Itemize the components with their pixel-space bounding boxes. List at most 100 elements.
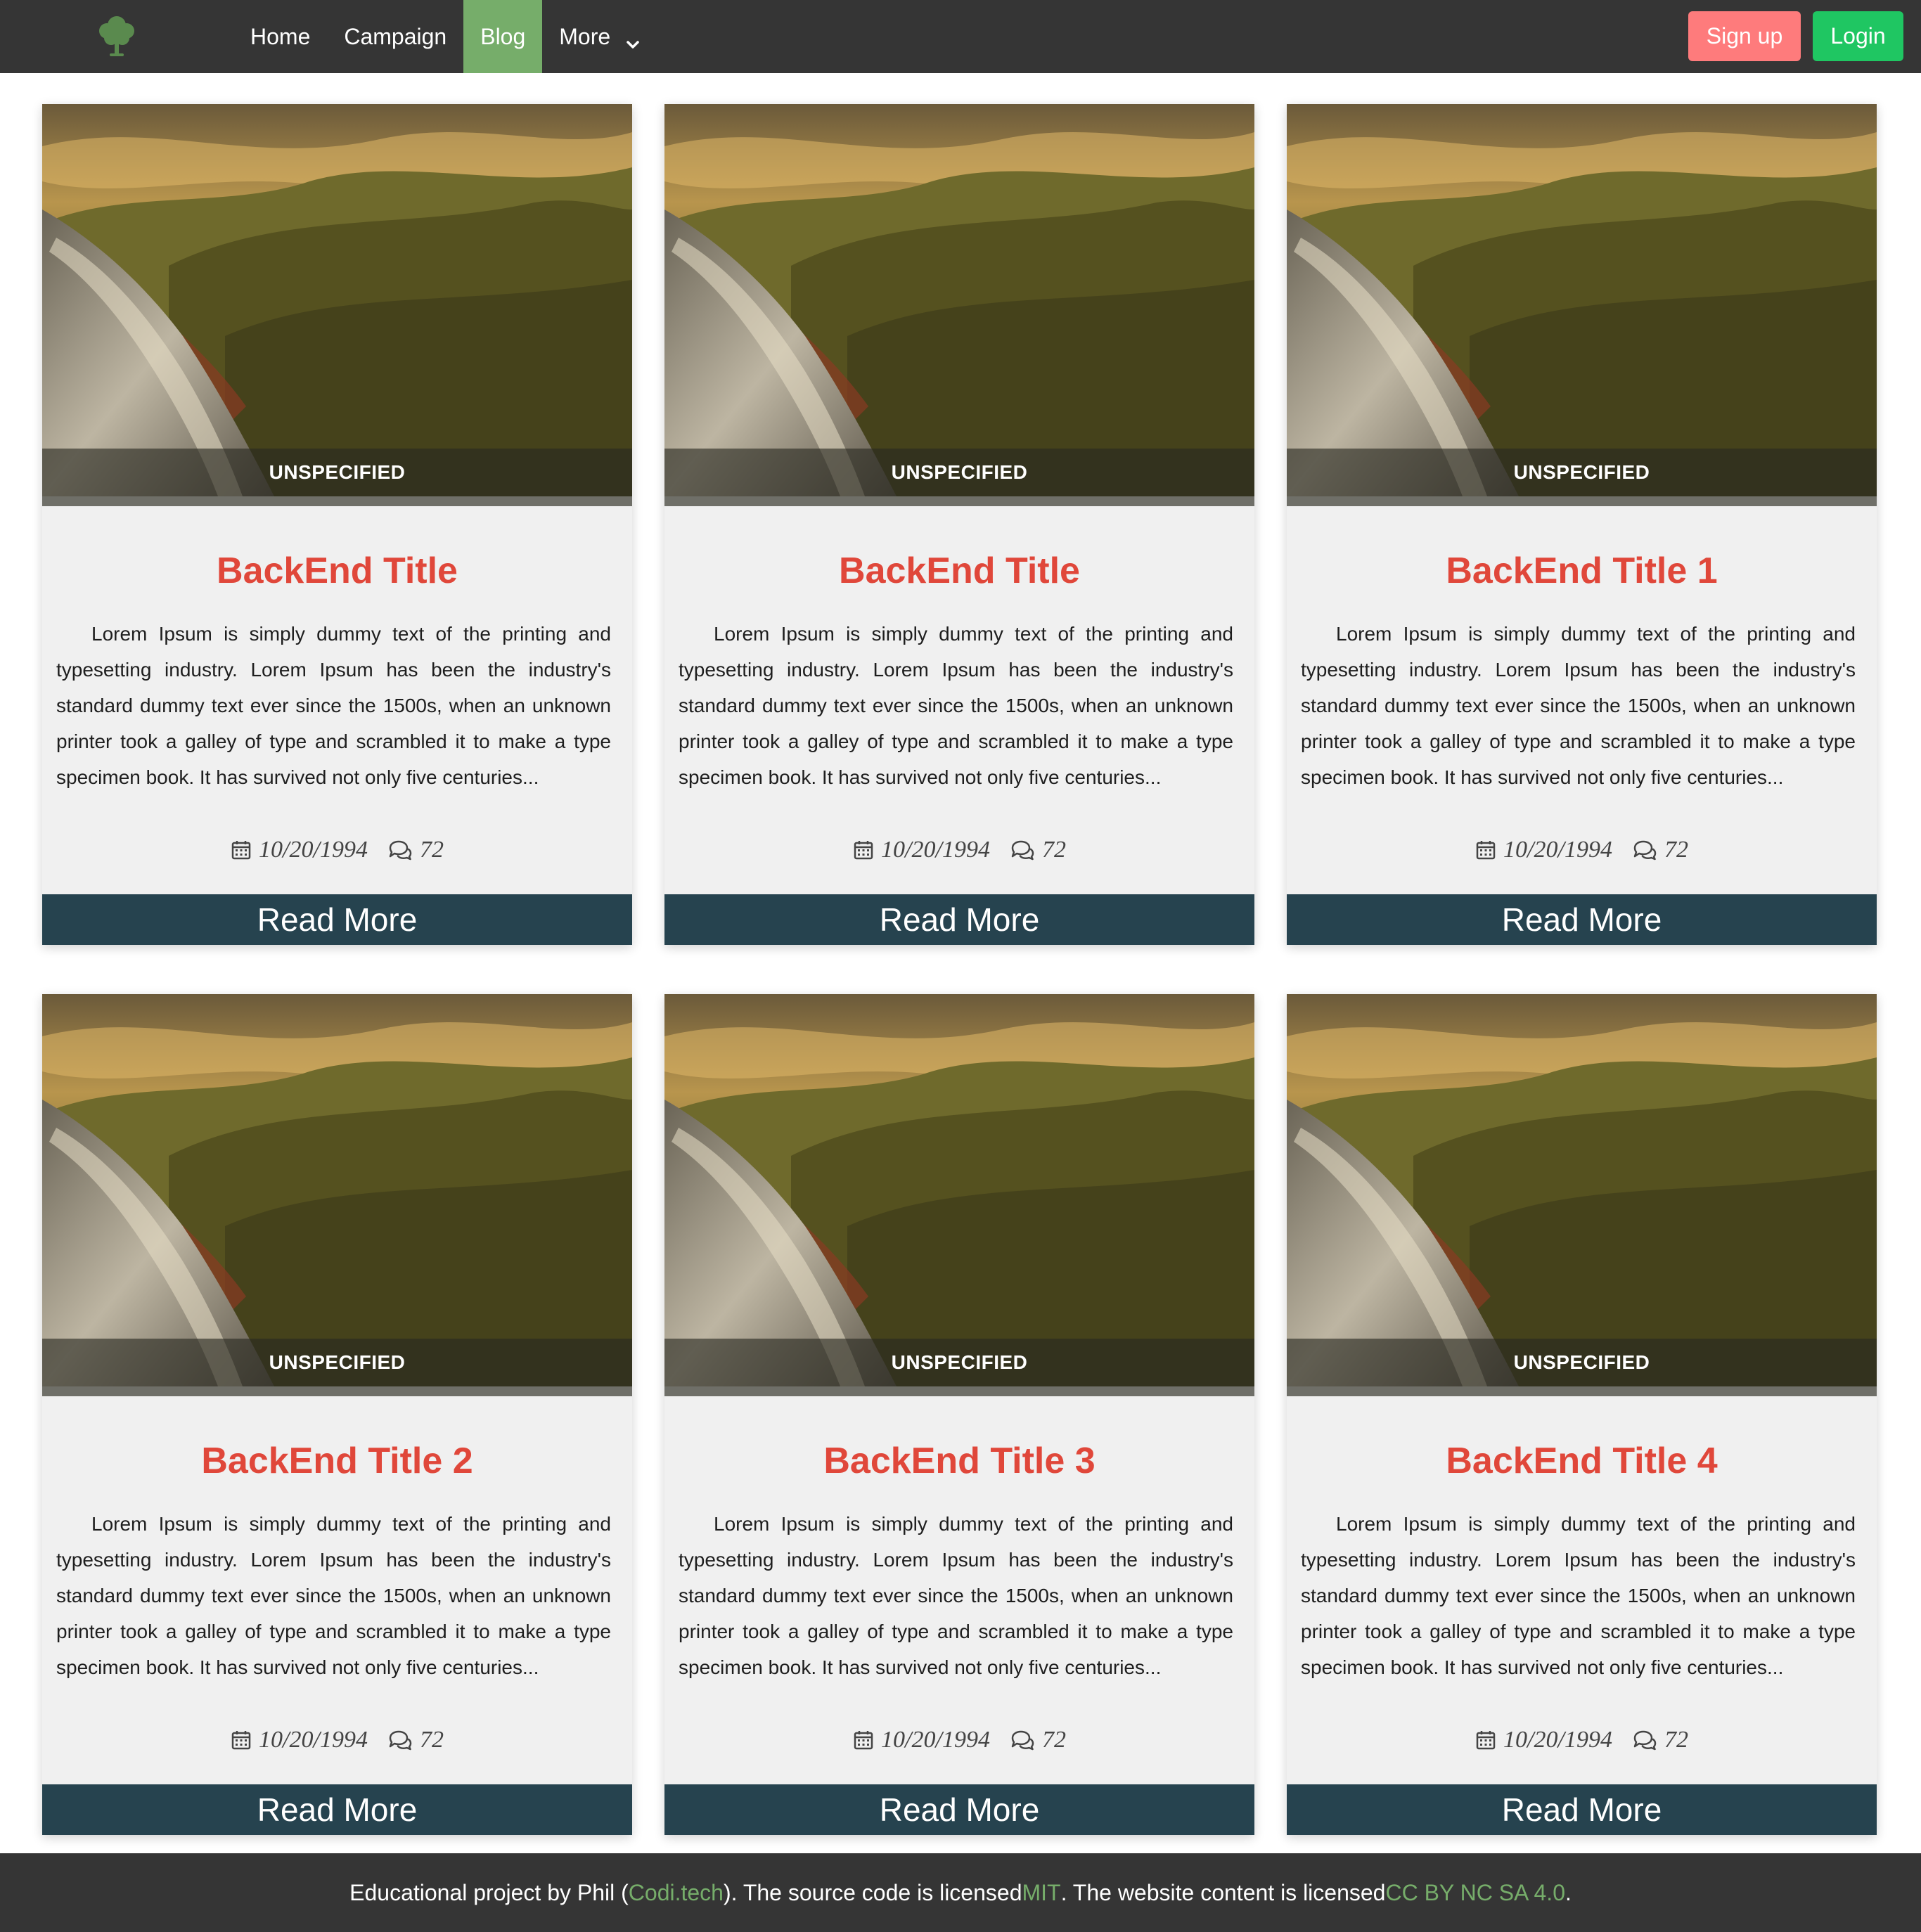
card-excerpt: Lorem Ipsum is simply dummy text of the … (56, 623, 611, 788)
nav-link-home[interactable]: Home (233, 0, 327, 73)
comment-count: 72 (419, 837, 444, 863)
blog-card: UNSPECIFIED BackEnd Title 3 Lorem Ipsum … (664, 994, 1254, 1835)
category-label: UNSPECIFIED (42, 1339, 632, 1386)
card-image[interactable]: UNSPECIFIED (42, 994, 632, 1396)
blog-card: UNSPECIFIED BackEnd Title Lorem Ipsum is… (42, 104, 632, 945)
card-excerpt: Lorem Ipsum is simply dummy text of the … (679, 1513, 1233, 1678)
card-image[interactable]: UNSPECIFIED (1287, 994, 1877, 1396)
comments-group: 72 (387, 837, 444, 863)
card-title[interactable]: BackEnd Title 4 (1287, 1440, 1877, 1482)
blog-card: UNSPECIFIED BackEnd Title Lorem Ipsum is… (664, 104, 1254, 945)
read-more-button[interactable]: Read More (42, 1784, 632, 1835)
card-excerpt: Lorem Ipsum is simply dummy text of the … (56, 1513, 611, 1678)
date-group: 10/20/1994 (231, 837, 368, 863)
category-label: UNSPECIFIED (664, 1339, 1254, 1386)
card-meta: 10/20/1994 72 (42, 836, 632, 864)
blog-card: UNSPECIFIED BackEnd Title 4 Lorem Ipsum … (1287, 994, 1877, 1835)
comments-icon (1632, 839, 1657, 861)
read-more-button[interactable]: Read More (1287, 1784, 1877, 1835)
card-title[interactable]: BackEnd Title (42, 550, 632, 592)
calendar-icon (853, 839, 874, 861)
read-more-button[interactable]: Read More (664, 894, 1254, 945)
post-date: 10/20/1994 (259, 1727, 368, 1753)
comments-group: 72 (1010, 1727, 1066, 1753)
comments-group: 72 (1632, 837, 1688, 863)
date-group: 10/20/1994 (1475, 1727, 1612, 1753)
post-date: 10/20/1994 (1503, 837, 1612, 863)
comments-icon (387, 839, 413, 861)
card-title[interactable]: BackEnd Title 2 (42, 1440, 632, 1482)
read-more-button[interactable]: Read More (42, 894, 632, 945)
nav-link-campaign[interactable]: Campaign (327, 0, 463, 73)
post-date: 10/20/1994 (881, 1727, 990, 1753)
footer-text: . The website content is licensed (1060, 1879, 1386, 1905)
date-group: 10/20/1994 (853, 837, 990, 863)
date-group: 10/20/1994 (231, 1727, 368, 1753)
category-label: UNSPECIFIED (664, 449, 1254, 496)
comment-count: 72 (419, 1727, 444, 1753)
landscape-image (42, 104, 632, 496)
card-excerpt: Lorem Ipsum is simply dummy text of the … (1301, 623, 1856, 788)
landscape-image (664, 104, 1254, 496)
codi-tech-link[interactable]: Codi.tech (629, 1880, 724, 1906)
calendar-icon (1475, 839, 1496, 861)
card-image[interactable]: UNSPECIFIED (664, 994, 1254, 1396)
blog-card: UNSPECIFIED BackEnd Title 1 Lorem Ipsum … (1287, 104, 1877, 945)
post-date: 10/20/1994 (881, 837, 990, 863)
post-date: 10/20/1994 (1503, 1727, 1612, 1753)
category-label: UNSPECIFIED (1287, 1339, 1877, 1386)
comments-group: 72 (387, 1727, 444, 1753)
calendar-icon (853, 1730, 874, 1751)
nav-links: Home Campaign Blog More (233, 0, 657, 73)
landscape-image (42, 994, 632, 1386)
calendar-icon (1475, 1730, 1496, 1751)
landscape-image (1287, 994, 1877, 1386)
comment-count: 72 (1041, 1727, 1066, 1753)
landscape-image (664, 994, 1254, 1386)
category-label: UNSPECIFIED (42, 449, 632, 496)
footer-text: . (1565, 1879, 1572, 1905)
cc-license-link[interactable]: CC BY NC SA 4.0 (1385, 1880, 1565, 1906)
nav-link-label: More (559, 23, 611, 49)
signup-button[interactable]: Sign up (1688, 11, 1801, 61)
post-date: 10/20/1994 (259, 837, 368, 863)
calendar-icon (231, 1730, 252, 1751)
card-excerpt: Lorem Ipsum is simply dummy text of the … (1301, 1513, 1856, 1678)
calendar-icon (231, 839, 252, 861)
read-more-button[interactable]: Read More (664, 1784, 1254, 1835)
nav-link-blog[interactable]: Blog (463, 0, 543, 73)
card-meta: 10/20/1994 72 (1287, 836, 1877, 864)
login-button[interactable]: Login (1813, 11, 1903, 61)
card-title[interactable]: BackEnd Title 1 (1287, 550, 1877, 592)
category-label: UNSPECIFIED (1287, 449, 1877, 496)
comments-icon (387, 1730, 413, 1751)
comments-group: 72 (1010, 837, 1066, 863)
date-group: 10/20/1994 (1475, 837, 1612, 863)
card-image[interactable]: UNSPECIFIED (664, 104, 1254, 506)
card-title[interactable]: BackEnd Title (664, 550, 1254, 592)
comment-count: 72 (1041, 837, 1066, 863)
card-meta: 10/20/1994 72 (664, 836, 1254, 864)
read-more-button[interactable]: Read More (1287, 894, 1877, 945)
comments-icon (1632, 1730, 1657, 1751)
comments-icon (1010, 839, 1035, 861)
comments-icon (1010, 1730, 1035, 1751)
card-image[interactable]: UNSPECIFIED (42, 104, 632, 506)
tree-icon[interactable] (96, 14, 138, 58)
landscape-image (1287, 104, 1877, 496)
nav-link-label: Campaign (344, 23, 447, 49)
nav-link-label: Home (250, 23, 311, 49)
chevron-down-icon (626, 32, 640, 49)
blog-grid: UNSPECIFIED BackEnd Title Lorem Ipsum is… (42, 104, 1877, 1835)
footer-text: ). The source code is licensed (723, 1879, 1022, 1905)
date-group: 10/20/1994 (853, 1727, 990, 1753)
nav-link-more[interactable]: More (542, 0, 657, 73)
card-image[interactable]: UNSPECIFIED (1287, 104, 1877, 506)
card-excerpt: Lorem Ipsum is simply dummy text of the … (679, 623, 1233, 788)
card-meta: 10/20/1994 72 (42, 1726, 632, 1754)
comment-count: 72 (1664, 1727, 1688, 1753)
footer: Educational project by Phil (Codi.tech).… (0, 1853, 1921, 1932)
mit-license-link[interactable]: MIT (1022, 1880, 1060, 1906)
card-title[interactable]: BackEnd Title 3 (664, 1440, 1254, 1482)
nav-link-label: Blog (480, 23, 526, 49)
